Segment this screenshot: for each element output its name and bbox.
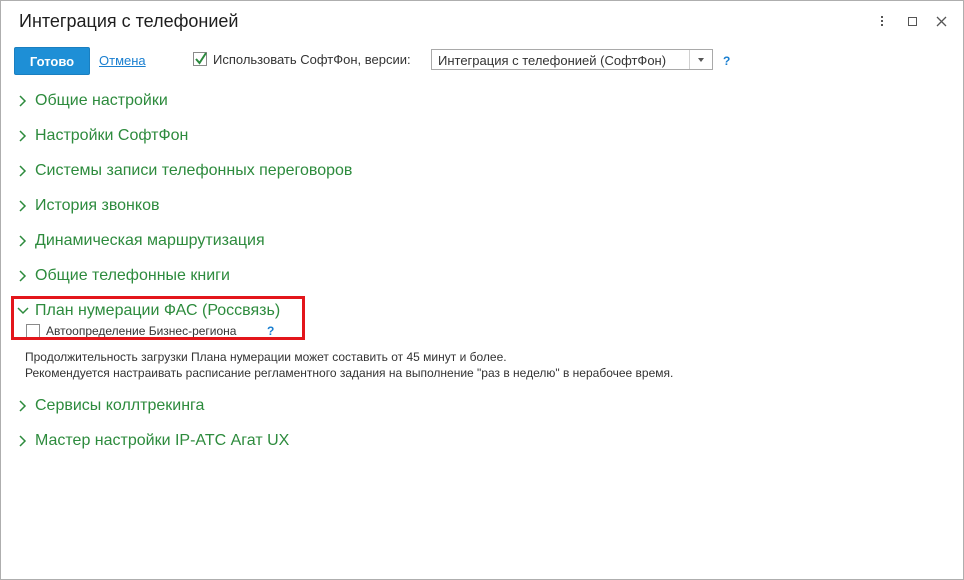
checkmark-icon (195, 52, 207, 65)
chevron-right-icon (19, 200, 27, 212)
close-icon[interactable] (932, 12, 950, 30)
numbering-plan-note-1: Продолжительность загрузки Плана нумерац… (25, 350, 507, 364)
group-label: Системы записи телефонных переговоров (35, 162, 353, 179)
dropdown-arrow-icon[interactable] (689, 50, 712, 69)
numbering-plan-note-2: Рекомендуется настраивать расписание рег… (25, 366, 674, 380)
group-label: Общие телефонные книги (35, 267, 230, 284)
chevron-right-icon (19, 95, 27, 107)
done-button[interactable]: Готово (14, 47, 90, 75)
auto-region-help-icon[interactable]: ? (267, 324, 274, 338)
chevron-right-icon (19, 270, 27, 282)
maximize-icon[interactable] (903, 12, 921, 30)
auto-region-checkbox[interactable] (26, 324, 40, 338)
use-softfon-label: Использовать СофтФон, версии: (213, 52, 411, 67)
group-call-history[interactable]: История звонков (16, 195, 159, 217)
group-numbering-plan[interactable]: План нумерации ФАС (Россвязь) (16, 300, 280, 322)
use-softfon-checkbox[interactable] (193, 52, 207, 66)
version-select-value: Интеграция с телефонией (СофтФон) (438, 53, 667, 68)
group-label: Сервисы коллтрекинга (35, 397, 205, 414)
chevron-right-icon (19, 165, 27, 177)
group-dynamic-routing[interactable]: Динамическая маршрутизация (16, 230, 265, 252)
auto-region-label: Автоопределение Бизнес-региона (46, 324, 237, 338)
group-softfon-settings[interactable]: Настройки СофтФон (16, 125, 188, 147)
chevron-right-icon (19, 435, 27, 447)
softfon-help-icon[interactable]: ? (723, 54, 730, 68)
chevron-right-icon (19, 130, 27, 142)
group-phone-books[interactable]: Общие телефонные книги (16, 265, 230, 287)
chevron-right-icon (19, 235, 27, 247)
chevron-down-icon (17, 307, 29, 315)
title-bar: Интеграция с телефонией (1, 1, 963, 41)
group-label: План нумерации ФАС (Россвязь) (35, 302, 281, 319)
toolbar: Готово Отмена Использовать СофтФон, верс… (1, 47, 963, 75)
integration-window: Интеграция с телефонией Готово Отмена Ис… (0, 0, 964, 580)
version-select[interactable]: Интеграция с телефонией (СофтФон) (431, 49, 713, 70)
window-title: Интеграция с телефонией (19, 11, 239, 31)
group-call-recording[interactable]: Системы записи телефонных переговоров (16, 160, 352, 182)
group-label: Мастер настройки IP-АТС Агат UX (35, 432, 290, 449)
group-label: Общие настройки (35, 92, 168, 109)
chevron-right-icon (19, 400, 27, 412)
group-calltracking[interactable]: Сервисы коллтрекинга (16, 395, 204, 417)
group-ipats-wizard[interactable]: Мастер настройки IP-АТС Агат UX (16, 430, 289, 452)
group-label: История звонков (35, 197, 160, 214)
group-label: Настройки СофтФон (35, 127, 189, 144)
cancel-link[interactable]: Отмена (99, 53, 146, 68)
group-general-settings[interactable]: Общие настройки (16, 90, 168, 112)
more-menu-icon[interactable] (873, 12, 891, 30)
group-label: Динамическая маршрутизация (35, 232, 265, 249)
